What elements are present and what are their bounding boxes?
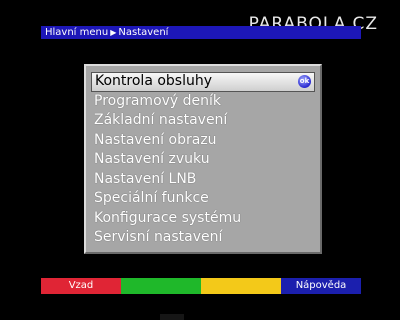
- red-back-button[interactable]: Vzad: [41, 278, 121, 294]
- breadcrumb-arrow-icon: ▶: [110, 28, 117, 37]
- menu-item-label: Kontrola obsluhy: [95, 73, 213, 89]
- menu-item-kontrola-obsluhy[interactable]: Kontrola obsluhy ok: [91, 72, 315, 92]
- menu-item-label: Nastavení obrazu: [94, 131, 217, 148]
- menu-item-specialni-funkce[interactable]: Speciální funkce: [91, 189, 315, 209]
- menu-item-label: Speciální funkce: [94, 190, 209, 206]
- yellow-button[interactable]: [201, 278, 281, 294]
- menu-item-servisni-nastaveni[interactable]: Servisní nastavení: [91, 228, 315, 248]
- menu-item-nastaveni-zvuku[interactable]: Nastavení zvuku: [91, 150, 315, 170]
- breadcrumb-current: Nastavení: [118, 27, 169, 38]
- bottom-marker: [160, 314, 184, 320]
- settings-menu: Kontrola obsluhy ok Programový deník Zák…: [84, 64, 322, 254]
- menu-item-zakladni-nastaveni[interactable]: Základní nastavení: [91, 111, 315, 131]
- menu-item-label: Servisní nastavení: [94, 229, 223, 245]
- menu-item-label: Nastavení LNB: [94, 170, 197, 187]
- menu-item-label: Nastavení zvuku: [94, 151, 210, 167]
- menu-item-programovy-denik[interactable]: Programový deník: [91, 92, 315, 112]
- breadcrumb-root[interactable]: Hlavní menu: [45, 27, 108, 38]
- menu-item-nastaveni-obrazu[interactable]: Nastavení obrazu: [91, 131, 315, 151]
- ok-icon: ok: [298, 75, 311, 88]
- color-key-bar: Vzad Nápověda: [41, 278, 361, 294]
- menu-item-label: Konfigurace systému: [94, 209, 242, 226]
- menu-item-konfigurace-systemu[interactable]: Konfigurace systému: [91, 209, 315, 229]
- menu-item-label: Programový deník: [94, 92, 222, 109]
- menu-item-nastaveni-lnb[interactable]: Nastavení LNB: [91, 170, 315, 190]
- breadcrumb: Hlavní menu ▶ Nastavení: [41, 26, 361, 39]
- blue-help-button[interactable]: Nápověda: [281, 278, 361, 294]
- green-button[interactable]: [121, 278, 201, 294]
- menu-item-label: Základní nastavení: [94, 112, 228, 128]
